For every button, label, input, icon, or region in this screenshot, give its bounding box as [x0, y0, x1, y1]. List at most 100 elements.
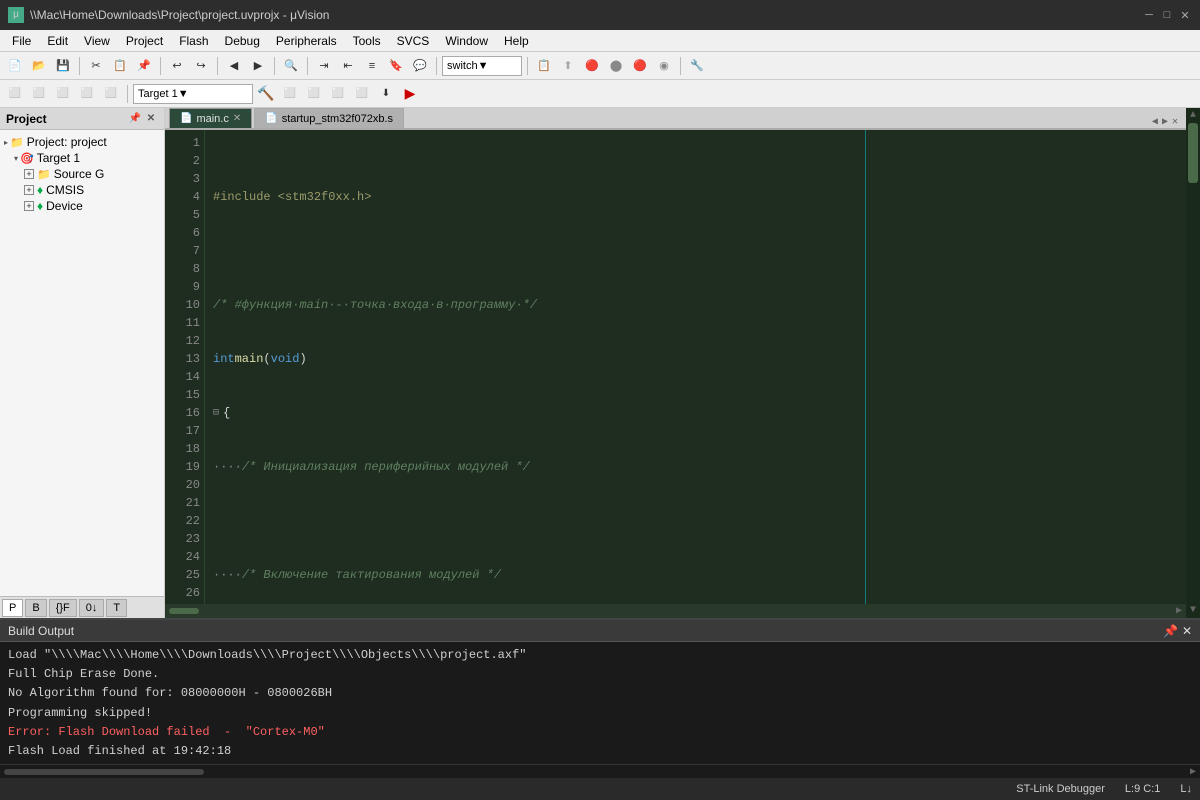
save-button[interactable]: 💾 [52, 55, 74, 77]
stop-button[interactable]: ⬤ [605, 55, 627, 77]
menu-item-peripherals[interactable]: Peripherals [268, 32, 345, 50]
device-label: Device [46, 199, 83, 213]
project-tabs: P B {}F 0↓ T [0, 596, 164, 618]
menu-item-flash[interactable]: Flash [171, 32, 216, 50]
nav-back-button[interactable]: ◀ [223, 55, 245, 77]
target-dropdown[interactable]: Target 1▼ [133, 84, 253, 104]
rebuild-button[interactable]: ⬜ [303, 83, 325, 105]
build-hscroll-thumb[interactable] [4, 769, 204, 775]
project-tree: ▸ 📁 Project: project ▾ 🎯 Target 1 + 📁 So… [0, 130, 164, 596]
load-button[interactable]: ⬆ [557, 55, 579, 77]
undo-button[interactable]: ↩ [166, 55, 188, 77]
project-tab-b[interactable]: B [25, 599, 46, 617]
cut-button[interactable]: ✂ [85, 55, 107, 77]
menu-item-window[interactable]: Window [437, 32, 496, 50]
pin-button[interactable]: 📌 [128, 112, 142, 126]
scroll-left-icon[interactable]: ◀ [1152, 116, 1158, 128]
tb2-btn3[interactable]: ⬜ [52, 83, 74, 105]
menu-item-tools[interactable]: Tools [345, 32, 389, 50]
vscroll-thumb[interactable] [1188, 123, 1198, 183]
switch-dropdown[interactable]: switch▼ [442, 56, 522, 76]
tb2-btn2[interactable]: ⬜ [28, 83, 50, 105]
build-target-button[interactable]: 🔨 [255, 83, 277, 105]
scroll-up-icon[interactable]: ▲ [1188, 108, 1198, 123]
menu-item-project[interactable]: Project [118, 32, 171, 50]
tb2-btn1[interactable]: ⬜ [4, 83, 26, 105]
maximize-button[interactable]: □ [1160, 8, 1174, 22]
collapse-icon[interactable]: + [24, 185, 34, 195]
project-tab-t[interactable]: T [106, 599, 127, 617]
hscroll-right-icon[interactable]: ▶ [1176, 605, 1182, 617]
tb2-btn4[interactable]: ⬜ [76, 83, 98, 105]
project-tab-0[interactable]: 0↓ [79, 599, 105, 617]
tab-main-c[interactable]: 📄 main.c ✕ [169, 108, 252, 128]
misc-button[interactable]: ◉ [653, 55, 675, 77]
tab-startup[interactable]: 📄 startup_stm32f072xb.s [254, 108, 404, 128]
search-button[interactable]: 🔍 [280, 55, 302, 77]
hscroll-thumb[interactable] [169, 608, 199, 614]
pin-build-button[interactable]: 📌 [1163, 624, 1178, 638]
toggle-button[interactable]: ≡ [361, 55, 383, 77]
project-tab-p[interactable]: P [2, 599, 23, 617]
tree-item-cmsis[interactable]: + ♦ CMSIS [0, 182, 164, 198]
menu-item-view[interactable]: View [76, 32, 118, 50]
close-editor-icon[interactable]: ✕ [1172, 116, 1178, 128]
collapse-icon[interactable]: + [24, 169, 34, 179]
bookmark-button[interactable]: 🔖 [385, 55, 407, 77]
menu-item-svcs[interactable]: SVCS [389, 32, 438, 50]
menu-item-file[interactable]: File [4, 32, 39, 50]
nav-fwd-button[interactable]: ▶ [247, 55, 269, 77]
tree-item-target1[interactable]: ▾ 🎯 Target 1 [0, 150, 164, 166]
settings-button[interactable]: 🔧 [686, 55, 708, 77]
open-file-button[interactable]: 📂 [28, 55, 50, 77]
tab-close-icon[interactable]: ✕ [233, 113, 241, 124]
project-tab-f[interactable]: {}F [49, 599, 77, 617]
tree-item-project[interactable]: ▸ 📁 Project: project [0, 134, 164, 150]
tree-item-device[interactable]: + ♦ Device [0, 198, 164, 214]
minimize-button[interactable]: ─ [1142, 8, 1156, 22]
project-panel-header: Project 📌 ✕ [0, 108, 164, 130]
download-button[interactable]: ⬇ [375, 83, 397, 105]
build-output-line: No Algorithm found for: 08000000H - 0800… [8, 684, 1192, 703]
build-all-button[interactable]: ⬜ [279, 83, 301, 105]
menu-item-debug[interactable]: Debug [217, 32, 268, 50]
code-line-1: #include <stm32f0xx.h> [213, 188, 1178, 206]
outdent-button[interactable]: ⇤ [337, 55, 359, 77]
tree-item-source-g[interactable]: + 📁 Source G [0, 166, 164, 182]
editor-hscroll[interactable]: ▶ [165, 604, 1186, 618]
batch-build-button[interactable]: ⬜ [327, 83, 349, 105]
build-button[interactable]: 📋 [533, 55, 555, 77]
menu-item-edit[interactable]: Edit [39, 32, 76, 50]
indent-button[interactable]: ⇥ [313, 55, 335, 77]
build-scroll-right-icon[interactable]: ▶ [1190, 766, 1196, 778]
cmsis-label: CMSIS [46, 183, 84, 197]
project-title: Project [6, 112, 47, 126]
editor-vscroll[interactable]: ▲ ▼ [1186, 108, 1200, 618]
build-hscroll[interactable]: ▶ [0, 764, 1200, 778]
reset-button[interactable]: 🔴 [629, 55, 651, 77]
hscroll-track [199, 608, 1176, 614]
open-map-button[interactable]: ⬜ [351, 83, 373, 105]
separator [217, 57, 218, 75]
paste-button[interactable]: 📌 [133, 55, 155, 77]
code-editor[interactable]: 1 2 3 4 5 6 7 8 9 10 11 12 13 14 15 16 1… [165, 130, 1186, 604]
collapse-icon[interactable]: + [24, 201, 34, 211]
scroll-down-icon[interactable]: ▼ [1188, 603, 1198, 618]
start-debug-button[interactable]: ▶ [399, 83, 421, 105]
close-panel-button[interactable]: ✕ [144, 112, 158, 126]
menu-item-help[interactable]: Help [496, 32, 537, 50]
tb2-btn5[interactable]: ⬜ [100, 83, 122, 105]
build-output-panel: Build Output 📌 ✕ Load "\\\\Mac\\\\Home\\… [0, 618, 1200, 778]
redo-button[interactable]: ↪ [190, 55, 212, 77]
close-build-button[interactable]: ✕ [1182, 624, 1192, 638]
comment-button[interactable]: 💬 [409, 55, 431, 77]
debug-button[interactable]: 🔴 [581, 55, 603, 77]
code-content[interactable]: #include <stm32f0xx.h> /* #функция·main·… [205, 130, 1186, 604]
close-button[interactable]: ✕ [1178, 8, 1192, 22]
fold-marker-5[interactable]: ⊟ [213, 406, 219, 421]
toolbar-1: 📄 📂 💾 ✂ 📋 📌 ↩ ↪ ◀ ▶ 🔍 ⇥ ⇤ ≡ 🔖 💬 switch▼ … [0, 52, 1200, 80]
copy-button[interactable]: 📋 [109, 55, 131, 77]
code-line-3: /* #функция·main·-·точка·входа·в·програм… [213, 296, 1178, 314]
new-file-button[interactable]: 📄 [4, 55, 26, 77]
scroll-right-icon[interactable]: ▶ [1162, 116, 1168, 128]
